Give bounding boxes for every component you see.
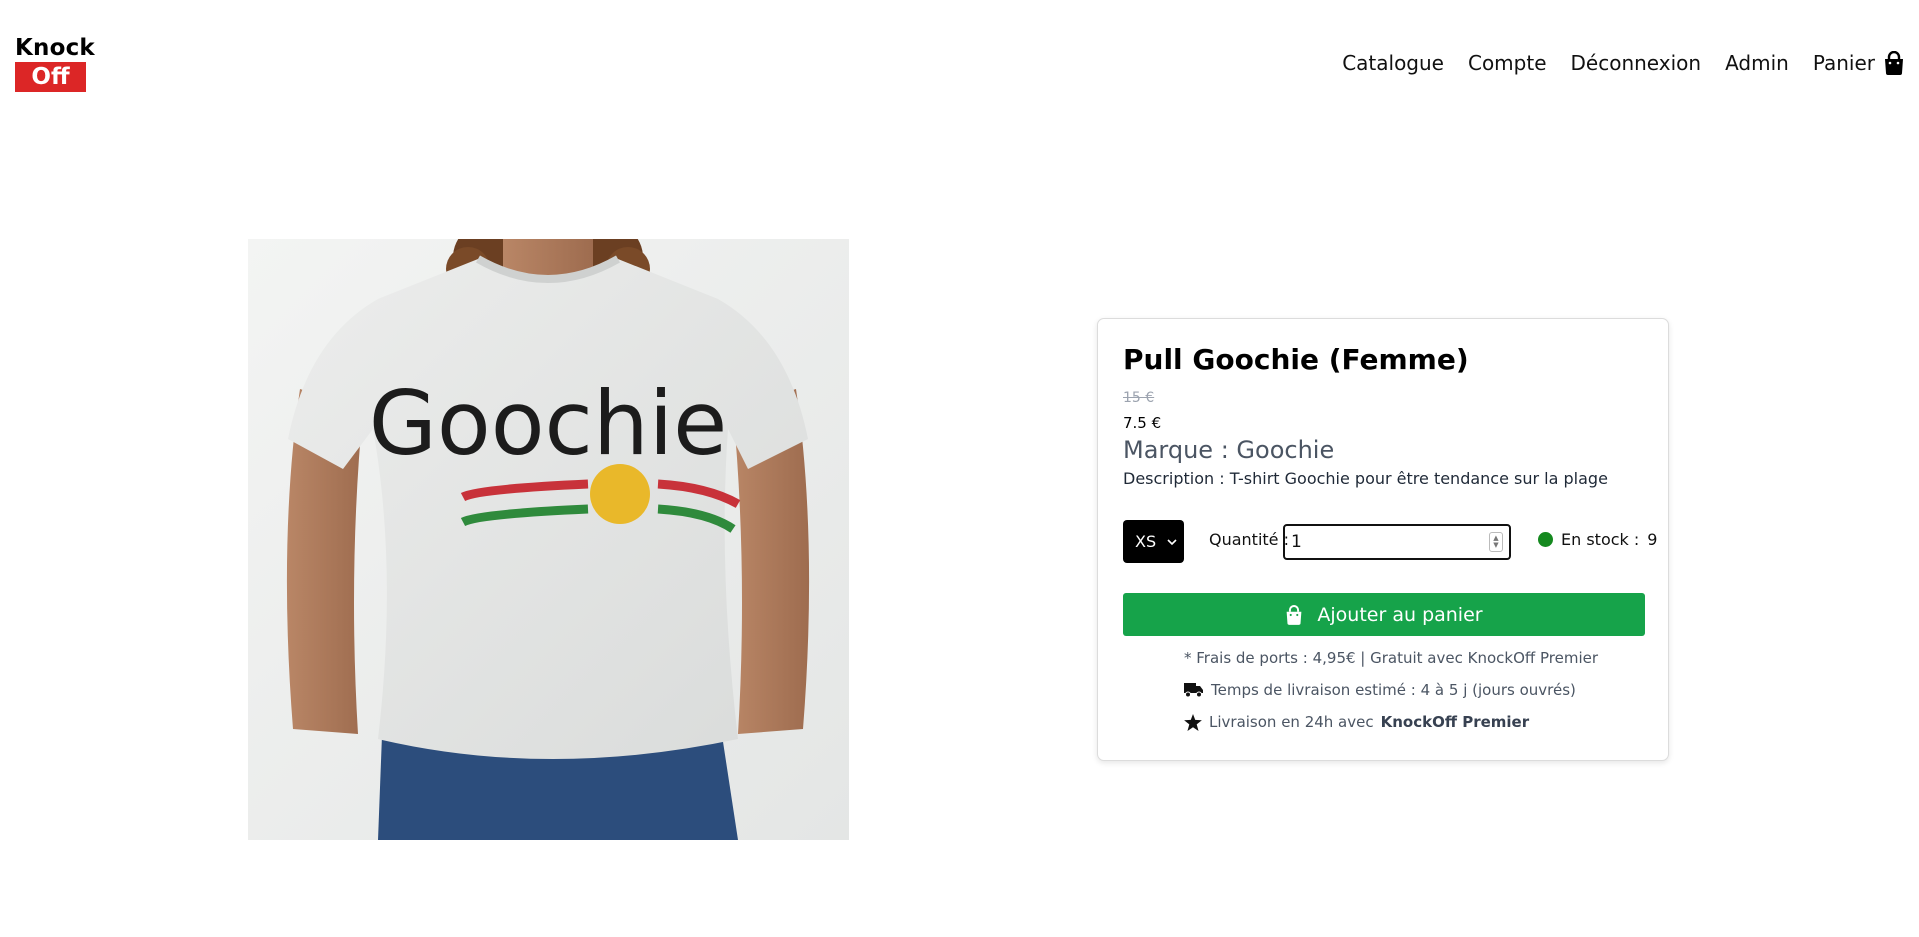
nav-catalogue[interactable]: Catalogue [1342,48,1444,78]
shopping-bag-icon [1287,604,1302,625]
delivery-note: Temps de livraison estimé : 4 à 5 j (jou… [1184,681,1576,699]
premium-note: Livraison en 24h avec KnockOff Premier [1184,713,1529,731]
current-price: 7.5 € [1123,414,1162,432]
tshirt-illustration: Goochie [248,239,849,840]
premium-note-brand[interactable]: KnockOff Premier [1381,713,1530,731]
nav-compte[interactable]: Compte [1468,48,1547,78]
old-price: 15 € [1123,390,1155,406]
quantity-label: Quantité : [1209,530,1289,549]
size-selected: XS [1135,532,1157,551]
shopping-bag-icon [1885,51,1903,75]
nav-panier[interactable]: Panier [1813,48,1905,78]
stock-status: En stock : 9 [1538,530,1657,549]
product-description: Description : T-shirt Goochie pour être … [1123,469,1608,488]
shipping-note: * Frais de ports : 4,95€ | Gratuit avec … [1184,649,1598,667]
logo-off: Off [15,62,86,92]
nav-panier-label: Panier [1812,51,1875,75]
product-brand: Marque : Goochie [1123,436,1335,464]
shipping-note-text: * Frais de ports : 4,95€ | Gratuit avec … [1184,649,1599,667]
quantity-stepper[interactable]: ▲ ▼ [1489,532,1503,552]
nav-deconnexion[interactable]: Déconnexion [1571,48,1702,78]
truck-icon [1184,683,1203,698]
site-header: Knock Off Catalogue Compte Déconnexion A… [0,0,1919,110]
shirt-print-text: Goochie [369,372,728,475]
delivery-note-text: Temps de livraison estimé : 4 à 5 j (jou… [1211,681,1576,699]
premium-note-prefix: Livraison en 24h avec [1209,713,1374,731]
size-select[interactable]: XS [1123,520,1184,563]
add-to-cart-button[interactable]: Ajouter au panier [1123,593,1645,636]
chevron-down-icon [1167,538,1177,545]
star-icon [1184,713,1202,731]
product-image: Goochie [248,239,849,840]
main-nav: Catalogue Compte Déconnexion Admin Panie… [1342,48,1905,78]
stock-count: 9 [1647,530,1658,549]
stock-label: En stock : [1561,530,1640,549]
stock-indicator-icon [1538,532,1553,547]
product-title: Pull Goochie (Femme) [1123,343,1469,376]
quantity-value: 1 [1291,532,1302,552]
quantity-input[interactable]: 1 ▲ ▼ [1283,524,1511,560]
add-to-cart-label: Ajouter au panier [1317,603,1483,626]
logo[interactable]: Knock Off [15,34,95,92]
nav-admin[interactable]: Admin [1725,48,1789,78]
product-card: Pull Goochie (Femme) 15 € 7.5 € Marque :… [1097,318,1669,761]
logo-knock: Knock [15,35,95,61]
